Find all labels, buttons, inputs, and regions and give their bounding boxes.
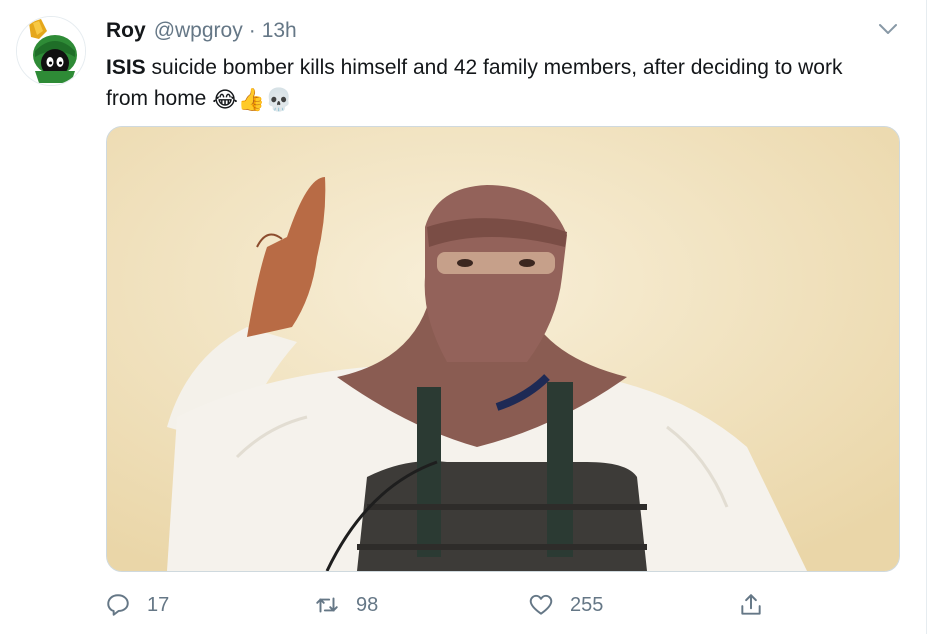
- tweet-photo[interactable]: [106, 126, 900, 572]
- author-handle[interactable]: @wpgroy: [154, 19, 243, 43]
- timeline-border: [926, 0, 927, 634]
- skull-emoji-icon: 💀: [265, 88, 293, 113]
- photo-illustration: [107, 127, 899, 571]
- tweet-actions: 17 98 255: [0, 588, 930, 622]
- reply-count: 17: [147, 593, 170, 616]
- reply-button[interactable]: 17: [105, 588, 169, 622]
- avatar[interactable]: [16, 16, 86, 86]
- author-name[interactable]: Roy: [106, 19, 146, 43]
- share-button[interactable]: [738, 588, 764, 622]
- tweet-card[interactable]: Roy @wpgroy · 13h ISIS suicide bomber ki…: [0, 0, 930, 634]
- retweet-button[interactable]: 98: [314, 588, 378, 622]
- laughing-emoji-icon: 😂: [212, 88, 238, 113]
- thumbs-up-emoji-icon: 👍: [237, 88, 266, 113]
- reply-icon: [107, 594, 129, 616]
- header-separator: ·: [248, 19, 256, 42]
- tweet-text-bold: ISIS: [106, 56, 146, 79]
- like-button[interactable]: 255: [528, 588, 603, 622]
- chevron-down-icon[interactable]: [876, 17, 900, 41]
- tweet-header: Roy @wpgroy · 13h: [106, 19, 297, 45]
- tweet-text: ISIS suicide bomber kills himself and 42…: [106, 52, 886, 116]
- like-count: 255: [570, 593, 604, 616]
- marvin-avatar-icon: [17, 17, 85, 85]
- heart-icon: [529, 594, 553, 615]
- retweet-icon: [316, 597, 338, 613]
- share-icon: [741, 594, 761, 615]
- timestamp[interactable]: 13h: [262, 19, 297, 43]
- retweet-count: 98: [356, 593, 379, 616]
